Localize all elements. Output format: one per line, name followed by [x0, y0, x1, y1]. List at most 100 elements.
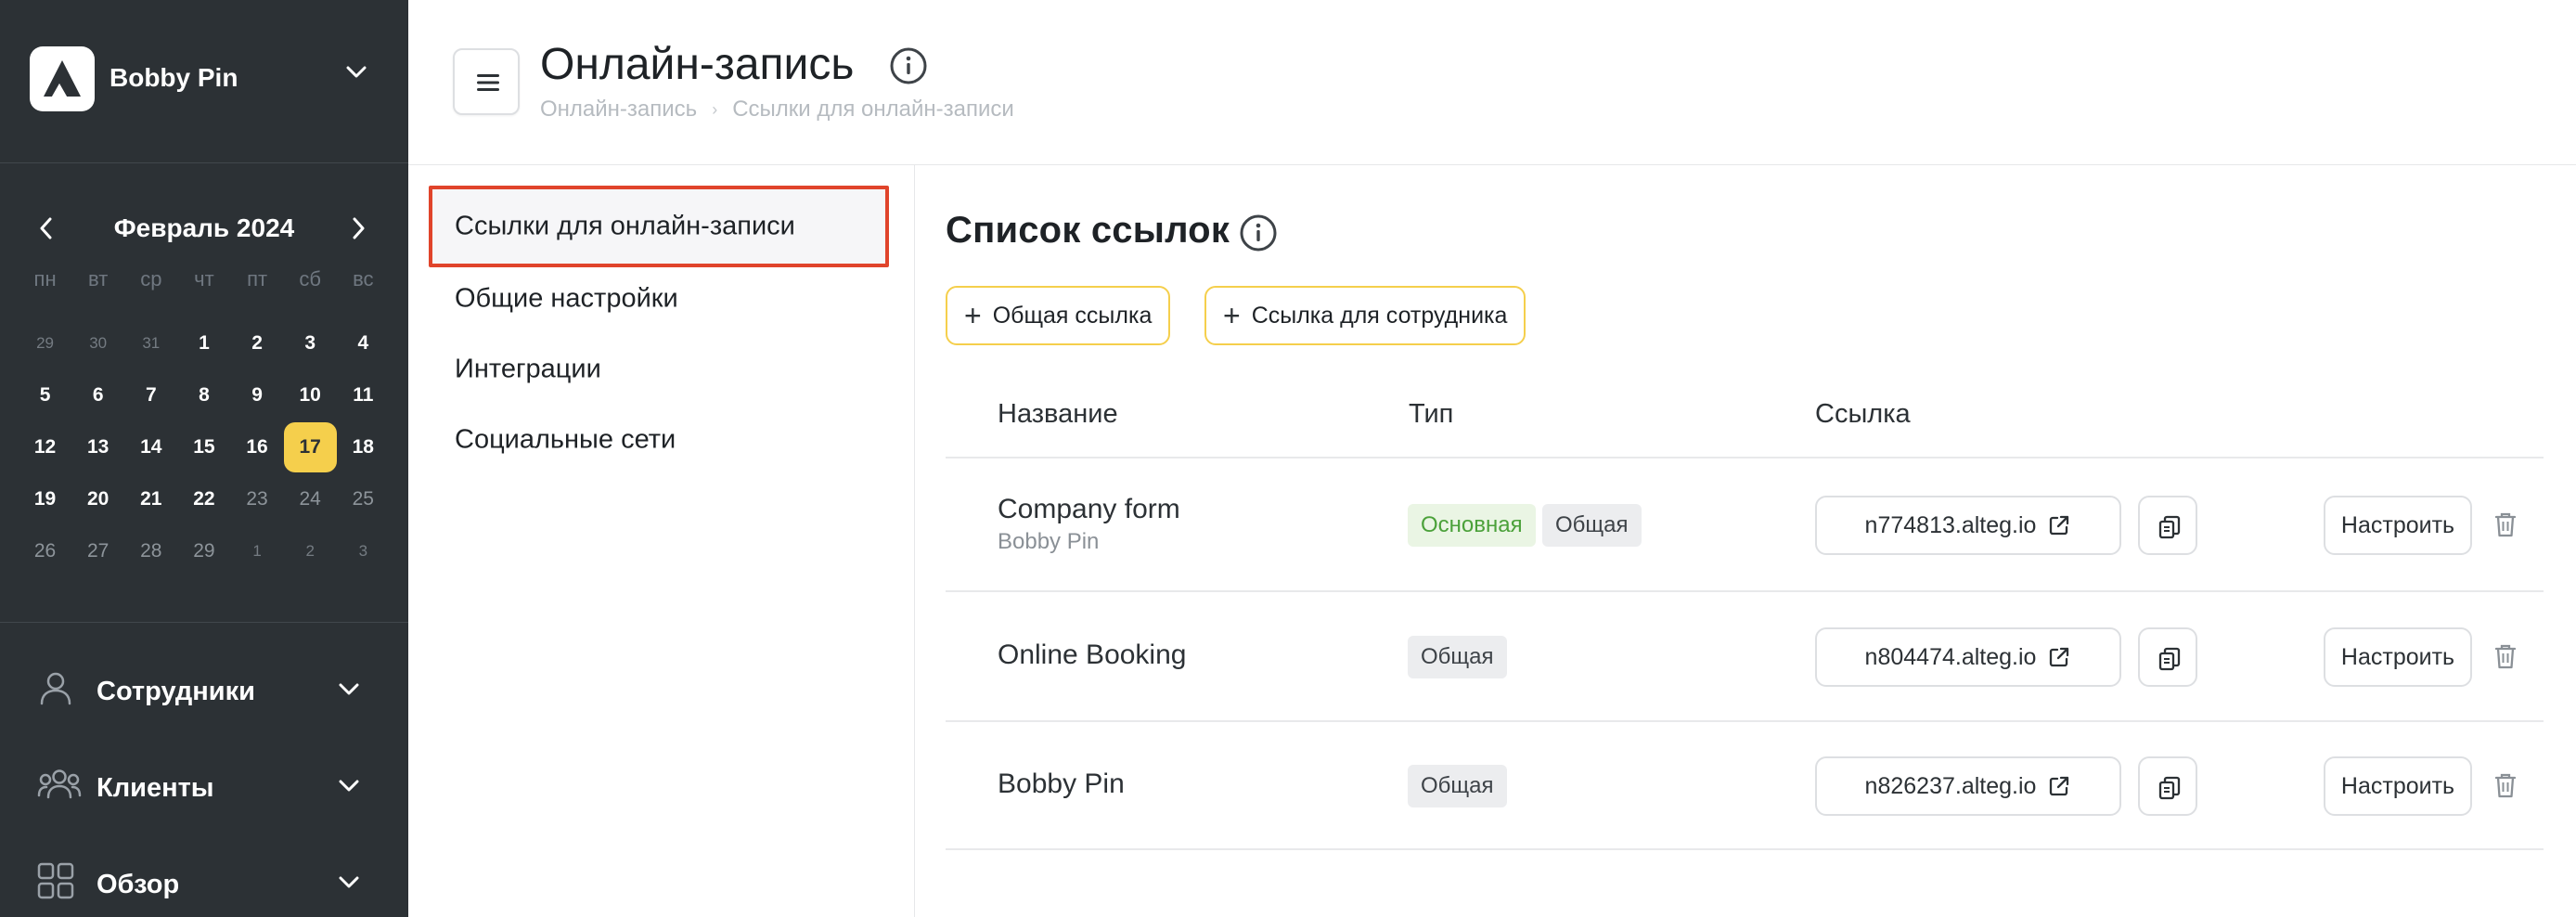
company-name: Bobby Pin	[109, 63, 238, 92]
copy-link-button[interactable]	[2138, 496, 2197, 555]
calendar-day[interactable]: 9	[231, 370, 284, 420]
calendar-day[interactable]: 21	[124, 474, 177, 524]
calendar-day[interactable]: 13	[71, 422, 124, 472]
copy-link-button[interactable]	[2138, 627, 2197, 687]
settings-menu-item-integrations[interactable]: Интеграции	[429, 329, 889, 410]
company-switcher[interactable]: Bobby Pin	[0, 0, 408, 163]
calendar-day[interactable]: 2	[231, 318, 284, 368]
calendar-day[interactable]: 2	[284, 526, 337, 576]
settings-menu-item-booking-links[interactable]: Ссылки для онлайн-записи	[429, 186, 889, 267]
badge-common: Общая	[1408, 765, 1507, 807]
calendar-day[interactable]: 10	[284, 370, 337, 420]
calendar-day[interactable]: 25	[337, 474, 390, 524]
calendar-day[interactable]: 23	[231, 474, 284, 524]
calendar-day[interactable]: 31	[124, 318, 177, 368]
calendar-week: 12 13 14 15 16 17 18	[19, 421, 390, 473]
calendar-day[interactable]: 15	[177, 422, 230, 472]
external-link-icon	[2050, 647, 2069, 667]
users-icon	[37, 766, 82, 807]
booking-link-button[interactable]: n804474.alteg.io	[1815, 627, 2121, 687]
sidebar-item-overview[interactable]: Обзор	[0, 816, 408, 912]
calendar-day[interactable]: 12	[19, 422, 71, 472]
calendar-day[interactable]: 3	[284, 318, 337, 368]
alteg-logo-icon	[30, 46, 95, 111]
configure-button[interactable]: Настроить	[2324, 756, 2472, 816]
calendar-day[interactable]: 8	[177, 370, 230, 420]
breadcrumb-item-current: Ссылки для онлайн-записи	[732, 97, 1014, 122]
calendar-day[interactable]: 29	[19, 318, 71, 368]
hamburger-icon	[477, 74, 499, 91]
link-name: Bobby Pin	[998, 768, 1125, 799]
booking-link-button[interactable]: n774813.alteg.io	[1815, 496, 2121, 555]
settings-menu-label: Интеграции	[455, 354, 601, 384]
weekday-label: чт	[194, 267, 214, 291]
breadcrumb-item[interactable]: Онлайн-запись	[540, 97, 697, 123]
calendar-day[interactable]: 24	[284, 474, 337, 524]
calendar-day[interactable]: 1	[177, 318, 230, 368]
calendar-day[interactable]: 28	[124, 526, 177, 576]
chevron-down-icon	[338, 779, 360, 798]
trash-icon[interactable]	[2493, 771, 2518, 804]
plus-icon: +	[964, 299, 982, 332]
chevron-right-icon[interactable]	[351, 215, 367, 246]
booking-link-url: n804474.alteg.io	[1864, 643, 2037, 670]
calendar-day[interactable]: 29	[177, 526, 230, 576]
calendar-day[interactable]: 4	[337, 318, 390, 368]
calendar-day[interactable]: 3	[337, 526, 390, 576]
configure-button[interactable]: Настроить	[2324, 627, 2472, 687]
settings-menu-label: Ссылки для онлайн-записи	[455, 211, 795, 241]
calendar-day[interactable]: 19	[19, 474, 71, 524]
trash-icon[interactable]	[2493, 642, 2518, 675]
breadcrumb: Онлайн-запись › Ссылки для онлайн-записи	[540, 97, 1014, 123]
badge-common: Общая	[1542, 504, 1642, 547]
weekday-label: пн	[33, 267, 57, 291]
booking-link-button[interactable]: n826237.alteg.io	[1815, 756, 2121, 816]
calendar-day[interactable]: 18	[337, 422, 390, 472]
settings-menu-item-general[interactable]: Общие настройки	[429, 258, 889, 340]
chevron-left-icon[interactable]	[37, 215, 54, 246]
menu-toggle-button[interactable]	[453, 48, 520, 115]
copy-icon	[2158, 776, 2181, 800]
calendar-month-title: Февраль 2024	[113, 213, 295, 242]
calendar-day[interactable]: 1	[231, 526, 284, 576]
calendar-day[interactable]: 6	[71, 370, 124, 420]
calendar-day-selected[interactable]: 17	[283, 422, 337, 472]
link-subtitle: Bobby Pin	[998, 529, 1100, 554]
trash-icon[interactable]	[2493, 510, 2518, 543]
calendar-day[interactable]: 16	[231, 422, 284, 472]
calendar-day[interactable]: 11	[337, 370, 390, 420]
calendar-day[interactable]: 20	[71, 474, 124, 524]
settings-menu-item-social[interactable]: Социальные сети	[429, 399, 889, 481]
weekday-label: ср	[140, 267, 162, 291]
link-name: Company form	[998, 494, 1180, 524]
page-title: Онлайн-запись	[540, 40, 855, 89]
calendar-day[interactable]: 26	[19, 526, 71, 576]
button-label: Общая ссылка	[992, 302, 1153, 329]
configure-button[interactable]: Настроить	[2324, 496, 2472, 555]
external-link-icon	[2050, 776, 2069, 796]
chevron-down-icon	[345, 65, 367, 84]
info-icon[interactable]	[1239, 213, 1278, 257]
copy-icon	[2158, 647, 2181, 671]
calendar-day[interactable]: 14	[124, 422, 177, 472]
sidebar-item-clients[interactable]: Клиенты	[0, 719, 408, 816]
settings-menu-label: Общие настройки	[455, 283, 678, 314]
calendar-day[interactable]: 5	[19, 370, 71, 420]
badge-common: Общая	[1408, 636, 1507, 678]
info-icon[interactable]	[889, 46, 928, 90]
settings-menu: Ссылки для онлайн-записи Общие настройки…	[408, 165, 915, 917]
page-header: Онлайн-запись Онлайн-запись › Ссылки для…	[408, 0, 2576, 165]
calendar-day[interactable]: 30	[71, 318, 124, 368]
add-employee-link-button[interactable]: + Ссылка для сотрудника	[1204, 286, 1526, 345]
sidebar: Bobby Pin Февраль 2024 пн вт ср чт пт сб…	[0, 0, 408, 917]
add-common-link-button[interactable]: + Общая ссылка	[946, 286, 1171, 345]
calendar-day[interactable]: 7	[124, 370, 177, 420]
plus-icon: +	[1223, 299, 1241, 332]
sidebar-item-employees[interactable]: Сотрудники	[0, 623, 408, 719]
calendar-day[interactable]: 22	[177, 474, 230, 524]
weekday-label: сб	[299, 267, 321, 291]
column-header-name: Название	[998, 399, 1118, 429]
copy-link-button[interactable]	[2138, 756, 2197, 816]
calendar-day[interactable]: 27	[71, 526, 124, 576]
column-header-type: Тип	[1409, 399, 1454, 429]
